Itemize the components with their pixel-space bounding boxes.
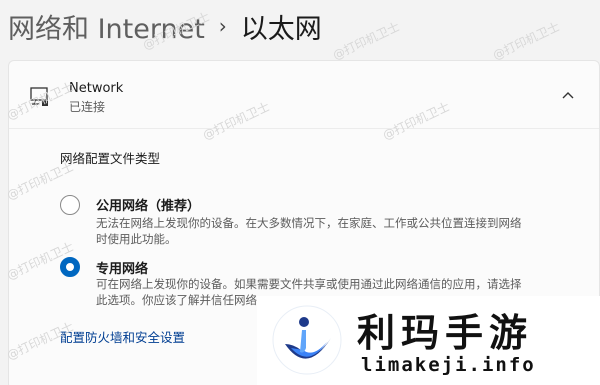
radio-public[interactable] <box>60 195 80 215</box>
breadcrumb-parent[interactable]: 网络和 Internet <box>8 7 205 46</box>
ethernet-icon <box>29 86 51 112</box>
network-status: 已连接 <box>69 100 106 114</box>
option-public-title: 公用网络（推荐） <box>96 199 201 214</box>
firewall-settings-link[interactable]: 配置防火墙和安全设置 <box>60 327 185 346</box>
breadcrumb: 网络和 Internet › 以太网 <box>8 4 322 48</box>
option-public-desc-line1: 无法在网络上发现你的设备。在大多数情况下，在家庭、工作或公共位置连接到网络 <box>96 216 522 230</box>
network-name: Network <box>69 81 124 96</box>
option-private-desc-line1: 可在网络上发现你的设备。如果需要文件共享或使用通过此网络通信的应用，请选择 <box>96 277 522 291</box>
logo-icon <box>271 304 343 380</box>
chevron-up-icon[interactable] <box>561 88 575 107</box>
site-logo-banner: 利玛手游 limakeji.info <box>257 296 600 385</box>
breadcrumb-separator: › <box>218 14 227 38</box>
page-title: 以太网 <box>240 13 322 45</box>
radio-private[interactable] <box>60 257 80 277</box>
profile-section-title: 网络配置文件类型 <box>60 151 161 166</box>
option-private-title: 专用网络 <box>96 262 149 277</box>
logo-url: limakeji.info <box>361 354 536 376</box>
option-public-desc-line2: 时使用此功能。 <box>96 232 177 246</box>
watermark: @打印机卫士 <box>330 19 402 63</box>
watermark: @打印机卫士 <box>490 19 562 63</box>
network-header[interactable]: Network 已连接 <box>9 61 599 129</box>
logo-title: 利玛手游 <box>357 311 534 355</box>
